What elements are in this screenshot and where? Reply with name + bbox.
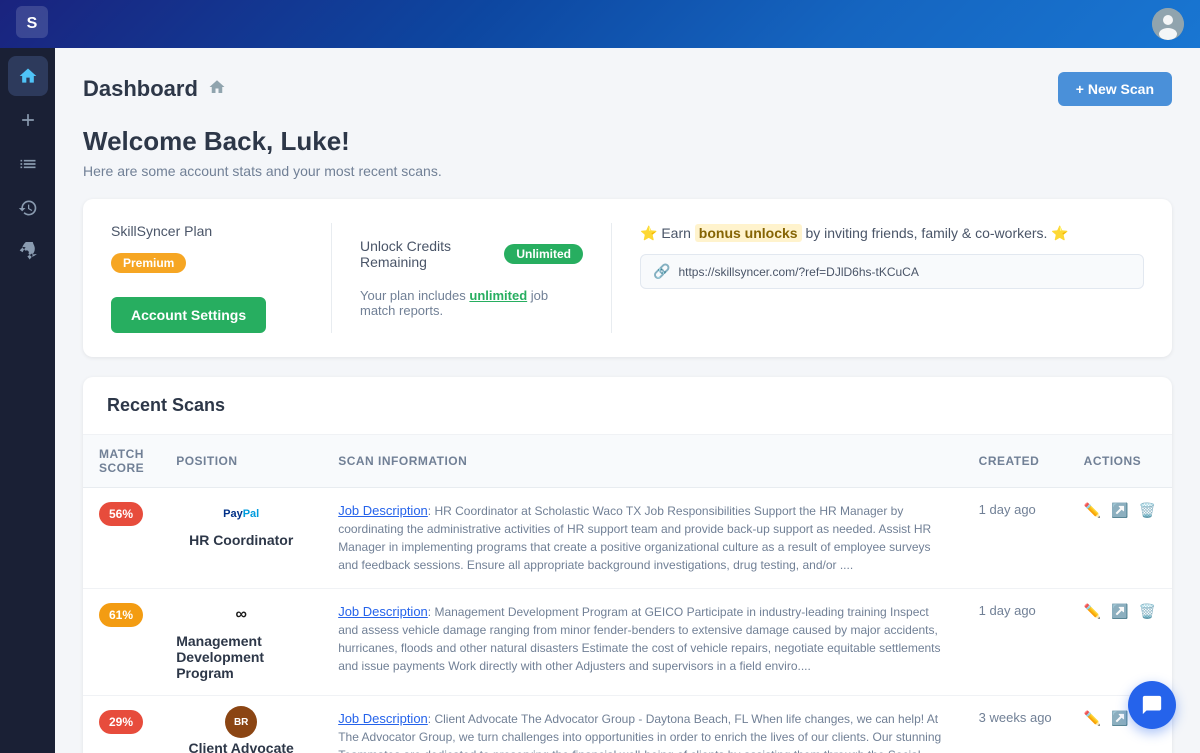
top-navigation: S bbox=[0, 0, 1200, 48]
col-score: MatchScore bbox=[83, 435, 160, 488]
star-icon-left: ⭐ bbox=[640, 225, 657, 241]
link-icon: 🔗 bbox=[653, 263, 670, 280]
sidebar-item-add[interactable] bbox=[8, 100, 48, 140]
created-cell: 1 day ago bbox=[963, 589, 1068, 696]
score-cell: 29% bbox=[83, 696, 160, 753]
position-cell: PayPal HR Coordinator bbox=[160, 488, 322, 589]
plan-badge: Premium bbox=[111, 253, 186, 273]
table-row: 56% PayPal HR Coordinator Job Descriptio… bbox=[83, 488, 1172, 589]
scan-info-text: : Client Advocate The Advocator Group - … bbox=[338, 712, 941, 753]
scans-table: MatchScore Position Scan Information Cre… bbox=[83, 435, 1172, 753]
sidebar-item-history[interactable] bbox=[8, 188, 48, 228]
score-cell: 61% bbox=[83, 589, 160, 696]
credits-info: Your plan includes unlimited job match r… bbox=[360, 288, 583, 318]
scan-info-text: : Management Development Program at GEIC… bbox=[338, 605, 940, 673]
table-row: 29% BR Client Advocate Job Description: … bbox=[83, 696, 1172, 753]
page-header: Dashboard + New Scan bbox=[83, 72, 1172, 106]
company-logo: ∞ bbox=[221, 603, 261, 627]
welcome-subtitle: Here are some account stats and your mos… bbox=[83, 163, 1172, 179]
position-cell: BR Client Advocate bbox=[160, 696, 322, 753]
scan-info-cell: Job Description: Client Advocate The Adv… bbox=[322, 696, 962, 753]
edit-icon[interactable]: ✏️ bbox=[1084, 710, 1101, 727]
created-cell: 1 day ago bbox=[963, 488, 1068, 589]
time-ago: 1 day ago bbox=[979, 502, 1036, 517]
score-cell: 56% bbox=[83, 488, 160, 589]
bonus-unlocks-highlight: bonus unlocks bbox=[695, 224, 802, 242]
company-logo-paypal: PayPal bbox=[223, 508, 259, 520]
main-content: Dashboard + New Scan Welcome Back, Luke!… bbox=[55, 48, 1200, 753]
actions-cell: ✏️ ↗️ 🗑️ bbox=[1068, 589, 1172, 696]
match-score-badge: 29% bbox=[99, 710, 143, 734]
home-breadcrumb-icon[interactable] bbox=[208, 78, 226, 101]
account-settings-button[interactable]: Account Settings bbox=[111, 297, 266, 333]
match-score-badge: 61% bbox=[99, 603, 143, 627]
page-title: Dashboard bbox=[83, 76, 198, 102]
delete-icon[interactable]: 🗑️ bbox=[1139, 502, 1156, 519]
job-description-link[interactable]: Job Description bbox=[338, 604, 428, 619]
job-description-link[interactable]: Job Description bbox=[338, 503, 428, 518]
external-link-icon[interactable]: ↗️ bbox=[1111, 502, 1128, 519]
user-avatar[interactable] bbox=[1152, 8, 1184, 40]
scan-info-cell: Job Description: Management Development … bbox=[322, 589, 962, 696]
edit-icon[interactable]: ✏️ bbox=[1084, 502, 1101, 519]
position-name: HR Coordinator bbox=[189, 532, 293, 548]
sidebar bbox=[0, 48, 55, 753]
credits-label: Unlock Credits Remaining bbox=[360, 238, 492, 270]
match-score-badge: 56% bbox=[99, 502, 143, 526]
company-logo-brown: BR bbox=[225, 706, 257, 738]
star-icon-right: ⭐ bbox=[1051, 225, 1068, 241]
scan-info-text: : HR Coordinator at Scholastic Waco TX J… bbox=[338, 504, 931, 572]
delete-icon[interactable]: 🗑️ bbox=[1139, 603, 1156, 620]
app-logo: S bbox=[16, 6, 48, 43]
col-actions: Actions bbox=[1068, 435, 1172, 488]
col-position: Position bbox=[160, 435, 322, 488]
company-logo: BR bbox=[221, 710, 261, 734]
scans-header: Recent Scans bbox=[83, 377, 1172, 435]
sidebar-item-dashboard[interactable] bbox=[8, 144, 48, 184]
job-description-link[interactable]: Job Description bbox=[338, 711, 428, 726]
scan-info-cell: Job Description: HR Coordinator at Schol… bbox=[322, 488, 962, 589]
edit-icon[interactable]: ✏️ bbox=[1084, 603, 1101, 620]
svg-text:S: S bbox=[27, 15, 38, 32]
company-logo-infiniti: ∞ bbox=[235, 606, 246, 624]
time-ago: 1 day ago bbox=[979, 603, 1036, 618]
new-scan-button[interactable]: + New Scan bbox=[1058, 72, 1172, 106]
referral-url[interactable]: https://skillsyncer.com/?ref=DJlD6hs-tKC… bbox=[678, 265, 1131, 279]
credits-section: Unlock Credits Remaining Unlimited Your … bbox=[331, 223, 611, 333]
welcome-section: Welcome Back, Luke! Here are some accoun… bbox=[83, 126, 1172, 179]
credits-badge: Unlimited bbox=[504, 244, 583, 264]
external-link-icon[interactable]: ↗️ bbox=[1111, 603, 1128, 620]
company-logo: PayPal bbox=[221, 502, 261, 526]
stats-card: SkillSyncer Plan Premium Account Setting… bbox=[83, 199, 1172, 357]
external-link-icon[interactable]: ↗️ bbox=[1111, 710, 1128, 727]
recent-scans-card: Recent Scans MatchScore Position Scan In… bbox=[83, 377, 1172, 753]
sidebar-item-launch[interactable] bbox=[8, 232, 48, 272]
table-row: 61% ∞ Management Development Program Job… bbox=[83, 589, 1172, 696]
time-ago: 3 weeks ago bbox=[979, 710, 1052, 725]
created-cell: 3 weeks ago bbox=[963, 696, 1068, 753]
welcome-title: Welcome Back, Luke! bbox=[83, 126, 1172, 157]
position-cell: ∞ Management Development Program bbox=[160, 589, 322, 696]
chat-button[interactable] bbox=[1128, 681, 1176, 729]
referral-section: ⭐ Earn bonus unlocks by inviting friends… bbox=[611, 223, 1144, 333]
sidebar-item-home[interactable] bbox=[8, 56, 48, 96]
scans-title: Recent Scans bbox=[107, 395, 225, 415]
col-scan-info: Scan Information bbox=[322, 435, 962, 488]
actions-cell: ✏️ ↗️ 🗑️ bbox=[1068, 488, 1172, 589]
plan-label: SkillSyncer Plan bbox=[111, 223, 212, 239]
referral-title: ⭐ Earn bonus unlocks by inviting friends… bbox=[640, 223, 1144, 244]
referral-link-box: 🔗 https://skillsyncer.com/?ref=DJlD6hs-t… bbox=[640, 254, 1144, 289]
col-created: Created bbox=[963, 435, 1068, 488]
position-name: Client Advocate bbox=[189, 740, 294, 753]
position-name: Management Development Program bbox=[176, 633, 306, 681]
plan-section: SkillSyncer Plan Premium Account Setting… bbox=[111, 223, 331, 333]
